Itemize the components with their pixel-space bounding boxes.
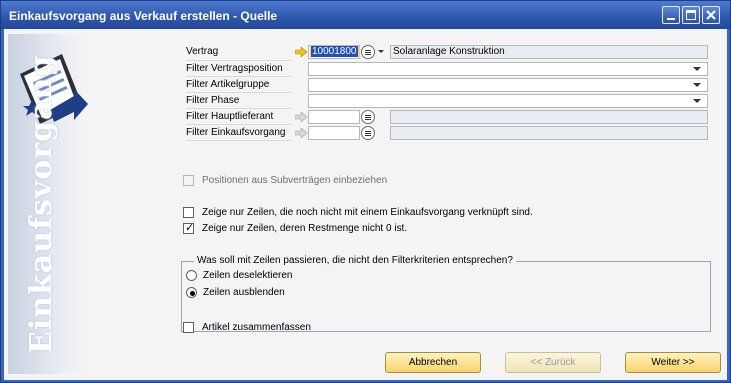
artikelgruppe-select[interactable] <box>308 78 708 92</box>
vertrag-number-value: 10001800 <box>311 46 358 57</box>
restmenge-checkbox[interactable]: ✓ <box>183 221 195 234</box>
phase-label: Filter Phase <box>186 95 240 106</box>
dialog-window: Einkaufsvorgang aus Verkauf erstellen - … <box>0 0 731 383</box>
minimize-button[interactable] <box>662 6 680 24</box>
hide-label: Zeilen ausblenden <box>203 287 285 298</box>
label-divider <box>186 140 292 141</box>
dialog-body: Einkaufsvorgang Vertrag 10001800 Solaran… <box>4 29 727 380</box>
choose-from-list-button[interactable] <box>361 110 375 124</box>
hauptlieferant-label: Filter Hauptlieferant <box>186 111 274 122</box>
close-button[interactable] <box>702 6 720 24</box>
subvertraege-label: Positionen aus Subverträgen einbeziehen <box>202 175 388 186</box>
chevron-down-icon <box>693 83 701 87</box>
artikelgruppe-label: Filter Artikelgruppe <box>186 79 270 90</box>
close-icon <box>706 10 716 20</box>
choose-from-list-button[interactable] <box>361 45 375 59</box>
zusammenfassen-checkbox[interactable] <box>183 322 194 333</box>
einkaufsvorgang-label: Filter Einkaufsvorgang <box>186 127 286 138</box>
deselect-radio[interactable] <box>186 270 197 281</box>
sidebar-banner: Einkaufsvorgang <box>8 34 88 374</box>
hauptlieferant-field[interactable] <box>308 110 360 124</box>
cancel-button[interactable]: Abbrechen <box>385 352 481 373</box>
phase-select[interactable] <box>308 94 708 108</box>
chevron-down-icon <box>693 67 701 71</box>
link-arrow-icon[interactable] <box>295 112 307 122</box>
einkaufsvorgang-desc-field <box>390 126 708 140</box>
vertrag-description-field: Solaranlage Konstruktion <box>390 45 708 59</box>
checkmark-icon: ✓ <box>185 221 195 234</box>
vertrag-description-value: Solaranlage Konstruktion <box>393 46 505 57</box>
next-button[interactable]: Weiter >> <box>625 352 721 373</box>
zusammenfassen-label: Artikel zusammenfassen <box>202 322 311 333</box>
radio-selected-dot <box>190 291 195 296</box>
vertrag-dropdown-arrow[interactable] <box>377 45 385 59</box>
nur-nicht-verknuepft-label: Zeige nur Zeilen, die noch nicht mit ein… <box>202 207 533 218</box>
subvertraege-checkbox[interactable] <box>183 175 194 186</box>
chevron-down-icon <box>693 99 701 103</box>
maximize-button[interactable] <box>682 6 700 24</box>
link-arrow-icon[interactable] <box>295 128 307 138</box>
sidebar-watermark: Einkaufsvorgang <box>24 54 59 354</box>
minimize-icon <box>667 18 675 20</box>
maximize-icon <box>686 10 696 20</box>
vertragsposition-select[interactable] <box>308 62 708 76</box>
nur-nicht-verknuepft-checkbox[interactable] <box>183 207 194 218</box>
restmenge-label: Zeige nur Zeilen, deren Restmenge nicht … <box>202 223 408 234</box>
hide-radio[interactable] <box>186 287 197 298</box>
vertrag-label: Vertrag <box>186 46 219 57</box>
window-title: Einkaufsvorgang aus Verkauf erstellen - … <box>9 9 278 23</box>
group-title: Was soll mit Zeilen passieren, die nicht… <box>194 255 516 267</box>
link-arrow-icon[interactable] <box>295 47 307 57</box>
title-bar[interactable]: Einkaufsvorgang aus Verkauf erstellen - … <box>1 1 730 29</box>
hauptlieferant-name-field <box>390 110 708 124</box>
vertrag-number-field[interactable]: 10001800 <box>308 45 360 59</box>
deselect-label: Zeilen deselektieren <box>203 270 293 281</box>
einkaufsvorgang-field[interactable] <box>308 126 360 140</box>
back-button[interactable]: << Zurück <box>505 352 601 373</box>
vertragsposition-label: Filter Vertragsposition <box>186 63 283 74</box>
choose-from-list-button[interactable] <box>361 126 375 140</box>
